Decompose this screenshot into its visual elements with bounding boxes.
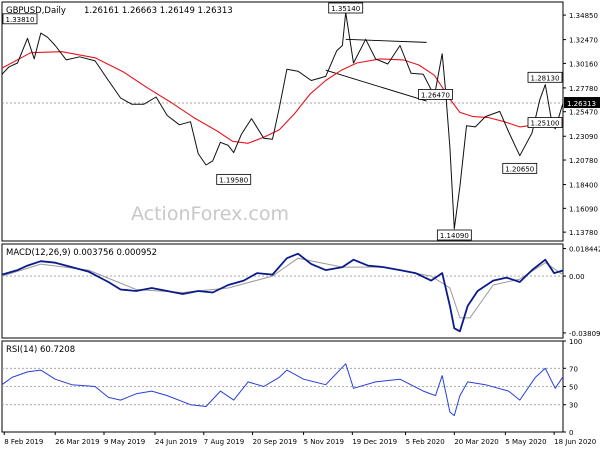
level-annotation-label: 1.28130 — [531, 74, 560, 82]
level-annotation-label: 1.35140 — [331, 5, 360, 13]
x-tick-label: 7 Aug 2019 — [204, 438, 244, 446]
watermark: ActionForex.com — [131, 203, 289, 225]
chart: ActionForex.com GBPUSD,Daily 1.26161 1.2… — [0, 0, 600, 450]
x-tick-label: 5 Nov 2019 — [304, 438, 344, 446]
x-tick-label: 9 May 2019 — [104, 438, 145, 446]
macd-y-tick-label: 0.018442 — [569, 246, 600, 254]
price-y-tick-label: 1.25470 — [569, 109, 598, 117]
rsi-y-tick-label: 30 — [569, 402, 578, 410]
rsi-title: RSI(14) 60.7208 — [6, 345, 75, 355]
x-tick-label: 18 Jun 2020 — [554, 438, 596, 446]
level-annotation-label: 1.25100 — [531, 120, 560, 128]
price-y-tick-label: 1.23090 — [569, 133, 598, 141]
level-annotation-label: 1.33810 — [6, 16, 35, 24]
level-annotation-label: 1.14090 — [440, 232, 469, 240]
price-y-tick-label: 1.16090 — [569, 205, 598, 213]
price-y-tick-label: 1.13780 — [569, 229, 598, 237]
rsi-y-tick-label: 50 — [569, 384, 578, 392]
price-y-tick-label: 1.30160 — [569, 60, 598, 68]
x-tick-label: 5 Feb 2020 — [406, 438, 445, 446]
macd-y-tick-label: 0.00 — [569, 273, 585, 281]
current-price-label: 1.26313 — [567, 100, 596, 108]
x-tick-label: 20 Mar 2020 — [454, 438, 498, 446]
x-tick-label: 20 Sep 2019 — [253, 438, 297, 446]
level-annotation-label: 1.26470 — [421, 91, 450, 99]
level-annotation-label: 1.19580 — [219, 176, 248, 184]
level-annotation-label: 1.20650 — [505, 165, 534, 173]
price-ohlc-readout: 1.26161 1.26663 1.26149 1.26313 — [84, 6, 233, 16]
price-y-tick-label: 1.18400 — [569, 182, 598, 190]
price-y-tick-label: 1.34850 — [569, 12, 598, 20]
x-tick-label: 24 Jun 2019 — [155, 438, 197, 446]
x-tick-label: 5 May 2020 — [505, 438, 546, 446]
macd-y-tick-label: -0.038095 — [569, 330, 600, 338]
macd-title: MACD(12,26,9) 0.003756 0.000952 — [6, 248, 157, 258]
price-y-tick-label: 1.32470 — [569, 37, 598, 45]
x-tick-label: 8 Feb 2019 — [4, 438, 43, 446]
rsi-y-tick-label: 0 — [569, 429, 573, 437]
x-tick-label: 26 Mar 2019 — [55, 438, 99, 446]
rsi-y-tick-label: 70 — [569, 365, 578, 373]
x-tick-label: 19 Dec 2019 — [352, 438, 397, 446]
price-y-tick-label: 1.20780 — [569, 157, 598, 165]
rsi-y-tick-label: 100 — [569, 338, 582, 346]
price-y-tick-label: 1.27780 — [569, 85, 598, 93]
